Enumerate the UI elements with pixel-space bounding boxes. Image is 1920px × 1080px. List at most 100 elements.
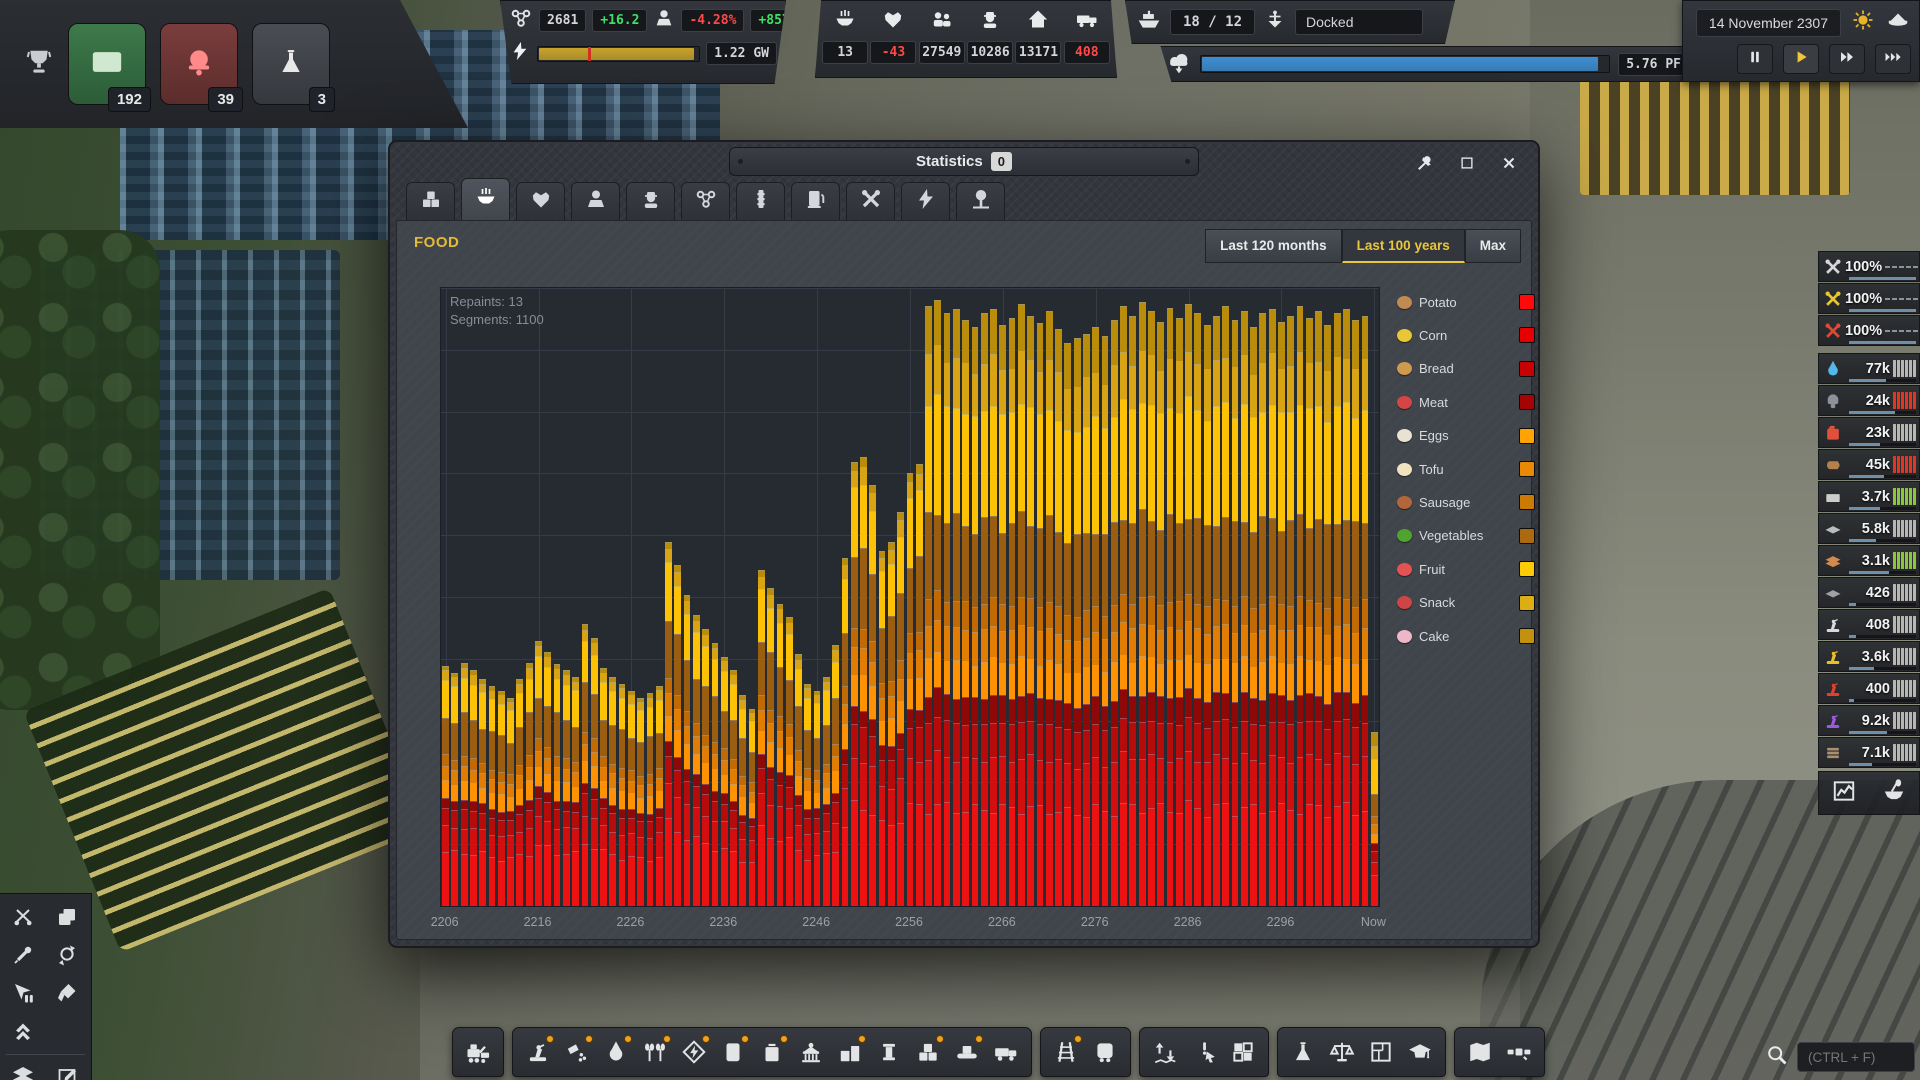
stacked-bar[interactable] xyxy=(535,641,542,906)
stacked-bar[interactable] xyxy=(1324,325,1331,906)
stacked-bar[interactable] xyxy=(1213,316,1220,906)
tab-fuel[interactable] xyxy=(791,182,840,220)
copy-tool[interactable] xyxy=(50,902,84,932)
city-stat-logistics[interactable]: 408 xyxy=(1064,7,1110,69)
resource-row-iron-plate[interactable]: 5.8k xyxy=(1818,513,1920,544)
education-button[interactable] xyxy=(1402,1033,1438,1071)
stacked-bar[interactable] xyxy=(712,643,719,906)
tab-population[interactable] xyxy=(571,182,620,220)
stacked-bar[interactable] xyxy=(1371,732,1378,906)
stacked-bar[interactable] xyxy=(1269,309,1276,906)
resource-row-vehicles-yellow[interactable]: 3.6k xyxy=(1818,641,1920,672)
trade-button[interactable] xyxy=(1324,1033,1360,1071)
stacked-bar[interactable] xyxy=(972,327,979,906)
stacked-bar[interactable] xyxy=(1232,320,1239,906)
resource-row-maintenance-1[interactable]: 100% xyxy=(1818,251,1920,282)
resource-row-copper-plate[interactable]: 3.1k xyxy=(1818,545,1920,576)
alerts-button[interactable]: 39 xyxy=(160,23,238,105)
stacked-bar[interactable] xyxy=(1064,343,1071,906)
legend-item-bread[interactable]: Bread xyxy=(1397,358,1535,380)
legend-item-tofu[interactable]: Tofu xyxy=(1397,458,1535,480)
stacked-bar[interactable] xyxy=(1167,308,1174,906)
stacked-bar[interactable] xyxy=(609,677,616,906)
dumping-button[interactable] xyxy=(559,1033,595,1071)
mail-button[interactable]: 192 xyxy=(68,23,146,105)
stacked-bar[interactable] xyxy=(1204,325,1211,906)
stacked-bar[interactable] xyxy=(1009,318,1016,906)
stacked-bar[interactable] xyxy=(470,670,477,906)
stacked-bar[interactable] xyxy=(451,673,458,906)
layers-tool[interactable] xyxy=(6,1061,40,1080)
stacked-bar[interactable] xyxy=(777,604,784,906)
stacked-bar[interactable] xyxy=(1334,313,1341,906)
range-button-last-100-years[interactable]: Last 100 years xyxy=(1342,229,1465,263)
stacked-bar[interactable] xyxy=(842,558,849,906)
stacked-bar[interactable] xyxy=(507,698,514,906)
oil-storage-button[interactable] xyxy=(715,1033,751,1071)
stacked-bar[interactable] xyxy=(944,313,951,906)
tab-pollution[interactable] xyxy=(736,182,785,220)
tab-environment[interactable] xyxy=(956,182,1005,220)
stacked-bar[interactable] xyxy=(637,698,644,906)
stacked-bar[interactable] xyxy=(665,542,672,906)
waste-button[interactable] xyxy=(754,1033,790,1071)
recycle-tool[interactable] xyxy=(50,940,84,970)
legend-item-snack[interactable]: Snack xyxy=(1397,592,1535,614)
collapse-tools[interactable] xyxy=(6,1016,40,1046)
resource-row-vehicles-red[interactable]: 400 xyxy=(1818,673,1920,704)
captain-icon[interactable] xyxy=(1885,7,1911,38)
stacked-bar[interactable] xyxy=(1102,336,1109,906)
ship-status[interactable]: Docked xyxy=(1295,9,1423,35)
city-stat-food[interactable]: 13 xyxy=(822,7,868,69)
stacked-bar[interactable] xyxy=(1092,327,1099,906)
legend-item-fruit[interactable]: Fruit xyxy=(1397,558,1535,580)
stacked-bar[interactable] xyxy=(1352,320,1359,906)
legend-item-corn[interactable]: Corn xyxy=(1397,324,1535,346)
bulldozer-button[interactable] xyxy=(460,1033,496,1071)
resource-row-slabs[interactable]: 7.1k xyxy=(1818,737,1920,768)
satellite-button[interactable] xyxy=(1501,1033,1537,1071)
stacked-bar[interactable] xyxy=(1241,311,1248,906)
stacked-bar[interactable] xyxy=(591,638,598,906)
stacked-bar[interactable] xyxy=(1157,322,1164,906)
range-button-last-120-months[interactable]: Last 120 months xyxy=(1205,229,1342,263)
stacked-bar[interactable] xyxy=(461,663,468,906)
stacked-bar[interactable] xyxy=(925,306,932,906)
stacked-bar[interactable] xyxy=(684,595,691,906)
stacked-bar[interactable] xyxy=(1315,311,1322,906)
rails-button[interactable] xyxy=(1048,1033,1084,1071)
stacked-bar[interactable] xyxy=(498,691,505,906)
stacked-bar[interactable] xyxy=(1278,322,1285,906)
stacked-bar[interactable] xyxy=(674,565,681,906)
resource-row-steel-plate[interactable]: 426 xyxy=(1818,577,1920,608)
tab-products[interactable] xyxy=(406,182,455,220)
city-stat-health[interactable]: -43 xyxy=(870,7,916,69)
power-button[interactable] xyxy=(676,1033,712,1071)
stacked-bar[interactable] xyxy=(1222,306,1229,906)
resource-row-maintenance-3[interactable]: 100% xyxy=(1818,315,1920,346)
stacked-bar[interactable] xyxy=(832,645,839,906)
legend-item-eggs[interactable]: Eggs xyxy=(1397,425,1535,447)
trains-button[interactable] xyxy=(1087,1033,1123,1071)
pause-tool[interactable] xyxy=(6,978,40,1008)
stacked-bar[interactable] xyxy=(563,670,570,906)
stacked-bar[interactable] xyxy=(823,677,830,906)
mining-button[interactable] xyxy=(520,1033,556,1071)
inspector-button[interactable] xyxy=(1186,1033,1222,1071)
city-stat-housing[interactable]: 13171 xyxy=(1015,7,1061,69)
pause-button[interactable] xyxy=(1737,44,1773,74)
stacked-bar[interactable] xyxy=(981,313,988,906)
legend-item-potato[interactable]: Potato xyxy=(1397,291,1535,313)
chart-plot[interactable]: Repaints: 13 Segments: 1100 xyxy=(440,287,1380,907)
statistics-titlebar[interactable]: Statistics 0 xyxy=(390,142,1538,182)
stacked-bar[interactable] xyxy=(656,686,663,906)
stacked-bar[interactable] xyxy=(1046,311,1053,906)
stacked-bar[interactable] xyxy=(572,677,579,906)
stacked-bar[interactable] xyxy=(619,684,626,906)
resource-row-vehicles-purple[interactable]: 9.2k xyxy=(1818,705,1920,736)
search-input[interactable] xyxy=(1797,1042,1915,1072)
tab-electricity[interactable] xyxy=(901,182,950,220)
stacked-bar[interactable] xyxy=(1129,316,1136,906)
monuments-button[interactable] xyxy=(871,1033,907,1071)
vehicles-button[interactable] xyxy=(988,1033,1024,1071)
